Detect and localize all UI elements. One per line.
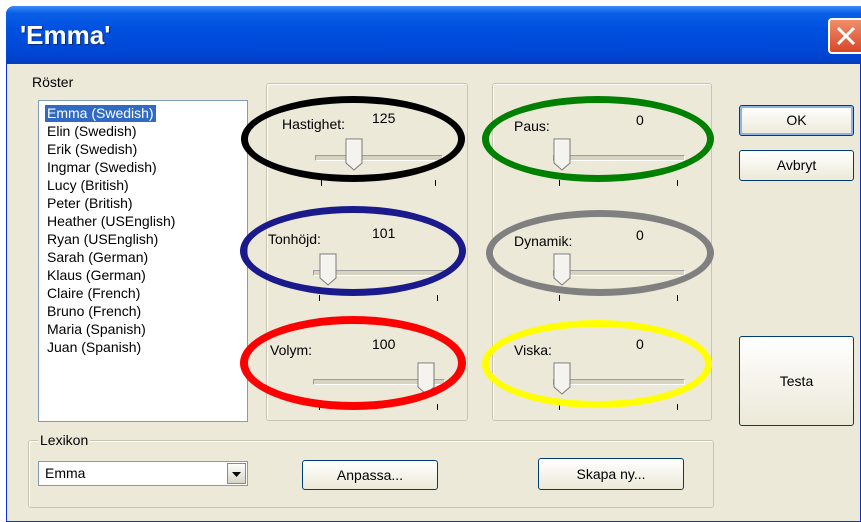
- tonhojd-slider-thumb[interactable]: [319, 253, 337, 286]
- hastighet-slider[interactable]: [315, 155, 443, 161]
- voice-list-item[interactable]: Maria (Spanish): [45, 321, 148, 338]
- voice-list-item[interactable]: Peter (British): [45, 195, 135, 212]
- paus-tick-mark: [559, 180, 560, 186]
- voice-params-group-left: [266, 83, 468, 421]
- tonhojd-value: 101: [372, 225, 396, 241]
- hastighet-tick-mark: [321, 180, 322, 186]
- voice-list-item[interactable]: Elin (Swedish): [45, 123, 138, 140]
- paus-slider-thumb[interactable]: [553, 138, 571, 171]
- lexicon-label: Lexikon: [38, 432, 91, 448]
- voices-label: Röster: [32, 74, 74, 90]
- paus-label: Paus:: [514, 118, 550, 134]
- paus-tick-mark: [677, 180, 678, 186]
- test-button[interactable]: Testa: [739, 336, 854, 426]
- volym-label: Volym:: [270, 342, 313, 358]
- voice-list-item[interactable]: Bruno (French): [45, 303, 143, 320]
- viska-slider-thumb[interactable]: [553, 362, 571, 395]
- voice-list-item[interactable]: Juan (Spanish): [45, 339, 143, 356]
- hastighet-value: 125: [372, 110, 396, 126]
- voice-list-item[interactable]: Ryan (USEnglish): [45, 231, 160, 248]
- window-title: 'Emma': [20, 20, 111, 50]
- dynamik-label: Dynamik:: [514, 233, 573, 249]
- hastighet-tick-mark: [435, 180, 436, 186]
- customize-button[interactable]: Anpassa...: [302, 460, 438, 490]
- ok-button[interactable]: OK: [739, 105, 854, 136]
- dynamik-value: 0: [636, 227, 644, 243]
- hastighet-slider-thumb[interactable]: [345, 138, 363, 171]
- title-bar[interactable]: 'Emma': [6, 6, 861, 64]
- volym-tick-mark: [437, 404, 438, 410]
- close-icon: [836, 26, 856, 46]
- dynamik-tick-mark: [677, 295, 678, 301]
- voice-list-item[interactable]: Erik (Swedish): [45, 141, 139, 158]
- voice-list-item[interactable]: Ingmar (Swedish): [45, 159, 159, 176]
- voice-list-item[interactable]: Lucy (British): [45, 177, 131, 194]
- dynamik-tick-mark: [559, 295, 560, 301]
- lexicon-selected-value: Emma: [45, 465, 86, 481]
- tonhojd-tick-mark: [437, 295, 438, 301]
- lexicon-dropdown-button[interactable]: [227, 463, 246, 484]
- close-button[interactable]: [828, 18, 861, 54]
- viska-slider[interactable]: [553, 379, 685, 385]
- voice-list-item[interactable]: Klaus (German): [45, 267, 148, 284]
- chevron-down-icon: [232, 472, 241, 477]
- volym-slider-thumb[interactable]: [417, 362, 435, 395]
- viska-label: Viska:: [514, 342, 552, 358]
- viska-tick-mark: [677, 404, 678, 410]
- hastighet-label: Hastighet:: [282, 116, 346, 132]
- tonhojd-tick-mark: [319, 295, 320, 301]
- volym-tick-mark: [319, 404, 320, 410]
- paus-value: 0: [636, 112, 644, 128]
- voice-list-item[interactable]: Heather (USEnglish): [45, 213, 177, 230]
- create-new-button[interactable]: Skapa ny...: [538, 458, 684, 490]
- voice-list-item[interactable]: Sarah (German): [45, 249, 150, 266]
- paus-slider[interactable]: [553, 155, 685, 161]
- dynamik-slider-thumb[interactable]: [553, 253, 571, 286]
- voices-list[interactable]: Emma (Swedish) Elin (Swedish) Erik (Swedis…: [38, 100, 248, 422]
- voice-list-item[interactable]: Claire (French): [45, 285, 142, 302]
- lexicon-select[interactable]: Emma: [38, 461, 248, 486]
- tonhojd-label: Tonhöjd:: [268, 231, 321, 247]
- cancel-button[interactable]: Avbryt: [739, 150, 854, 181]
- viska-tick-mark: [559, 404, 560, 410]
- volym-value: 100: [372, 336, 396, 352]
- dynamik-slider[interactable]: [553, 270, 685, 276]
- viska-value: 0: [636, 336, 644, 352]
- voice-list-item[interactable]: Emma (Swedish): [45, 105, 156, 122]
